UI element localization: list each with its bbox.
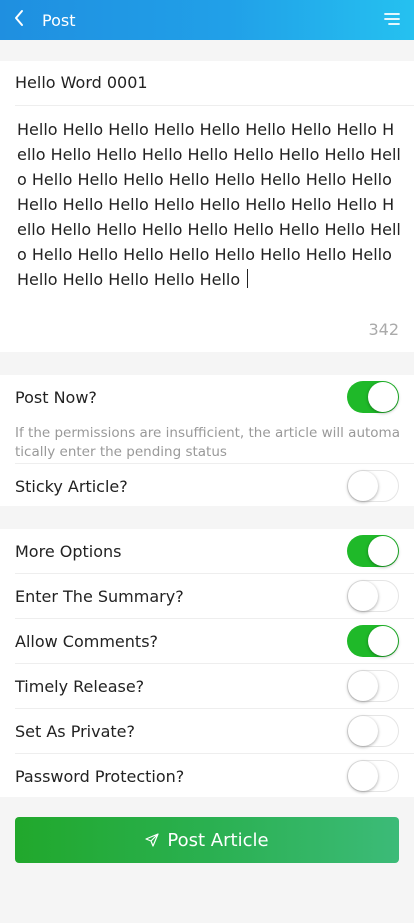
chevron-left-icon bbox=[13, 9, 25, 31]
content-textarea[interactable]: Hello Hello Hello Hello Hello Hello Hell… bbox=[15, 117, 401, 321]
post-now-row: Post Now? bbox=[0, 375, 414, 419]
post-article-label: Post Article bbox=[167, 829, 269, 851]
summary-switch[interactable] bbox=[347, 580, 399, 612]
more-options-label: More Options bbox=[15, 541, 122, 561]
switch-knob bbox=[348, 716, 378, 746]
switch-knob bbox=[368, 536, 398, 566]
password-row: Password Protection? bbox=[0, 754, 414, 798]
permission-hint: If the permissions are insufficient, the… bbox=[15, 425, 400, 460]
summary-row: Enter The Summary? bbox=[0, 574, 414, 618]
comments-switch[interactable] bbox=[347, 625, 399, 657]
back-button[interactable] bbox=[2, 0, 36, 40]
publish-card: Post Now? If the permissions are insuffi… bbox=[0, 375, 414, 506]
post-now-label: Post Now? bbox=[15, 387, 97, 407]
editor-card: Hello Hello Hello Hello Hello Hello Hell… bbox=[0, 61, 414, 352]
switch-knob bbox=[368, 382, 398, 412]
switch-knob bbox=[348, 671, 378, 701]
options-card: More Options Enter The Summary? Allow Co… bbox=[0, 529, 414, 797]
send-icon bbox=[145, 833, 160, 847]
text-caret bbox=[247, 269, 249, 288]
comments-label: Allow Comments? bbox=[15, 631, 159, 651]
switch-knob bbox=[348, 471, 378, 501]
menu-icon bbox=[384, 11, 400, 30]
private-row: Set As Private? bbox=[0, 709, 414, 753]
app-bar: Post bbox=[0, 0, 414, 40]
post-article-button[interactable]: Post Article bbox=[15, 817, 399, 863]
timely-release-label: Timely Release? bbox=[15, 676, 145, 696]
summary-label: Enter The Summary? bbox=[15, 586, 184, 606]
password-label: Password Protection? bbox=[15, 766, 185, 786]
char-count: 342 bbox=[368, 320, 399, 339]
post-now-switch[interactable] bbox=[347, 381, 399, 413]
private-switch[interactable] bbox=[347, 715, 399, 747]
switch-knob bbox=[368, 626, 398, 656]
switch-knob bbox=[348, 761, 378, 791]
comments-row: Allow Comments? bbox=[0, 619, 414, 663]
sticky-switch[interactable] bbox=[347, 470, 399, 502]
private-label: Set As Private? bbox=[15, 721, 135, 741]
title-input[interactable] bbox=[15, 61, 399, 105]
menu-button[interactable] bbox=[372, 0, 412, 40]
timely-release-row: Timely Release? bbox=[0, 664, 414, 708]
sticky-row: Sticky Article? bbox=[0, 464, 414, 508]
sticky-label: Sticky Article? bbox=[15, 476, 128, 496]
divider bbox=[15, 105, 414, 106]
password-switch[interactable] bbox=[347, 760, 399, 792]
switch-knob bbox=[348, 581, 378, 611]
more-options-row: More Options bbox=[0, 529, 414, 573]
content-text: Hello Hello Hello Hello Hello Hello Hell… bbox=[17, 120, 401, 289]
page-title: Post bbox=[42, 10, 76, 30]
more-options-switch[interactable] bbox=[347, 535, 399, 567]
timely-release-switch[interactable] bbox=[347, 670, 399, 702]
